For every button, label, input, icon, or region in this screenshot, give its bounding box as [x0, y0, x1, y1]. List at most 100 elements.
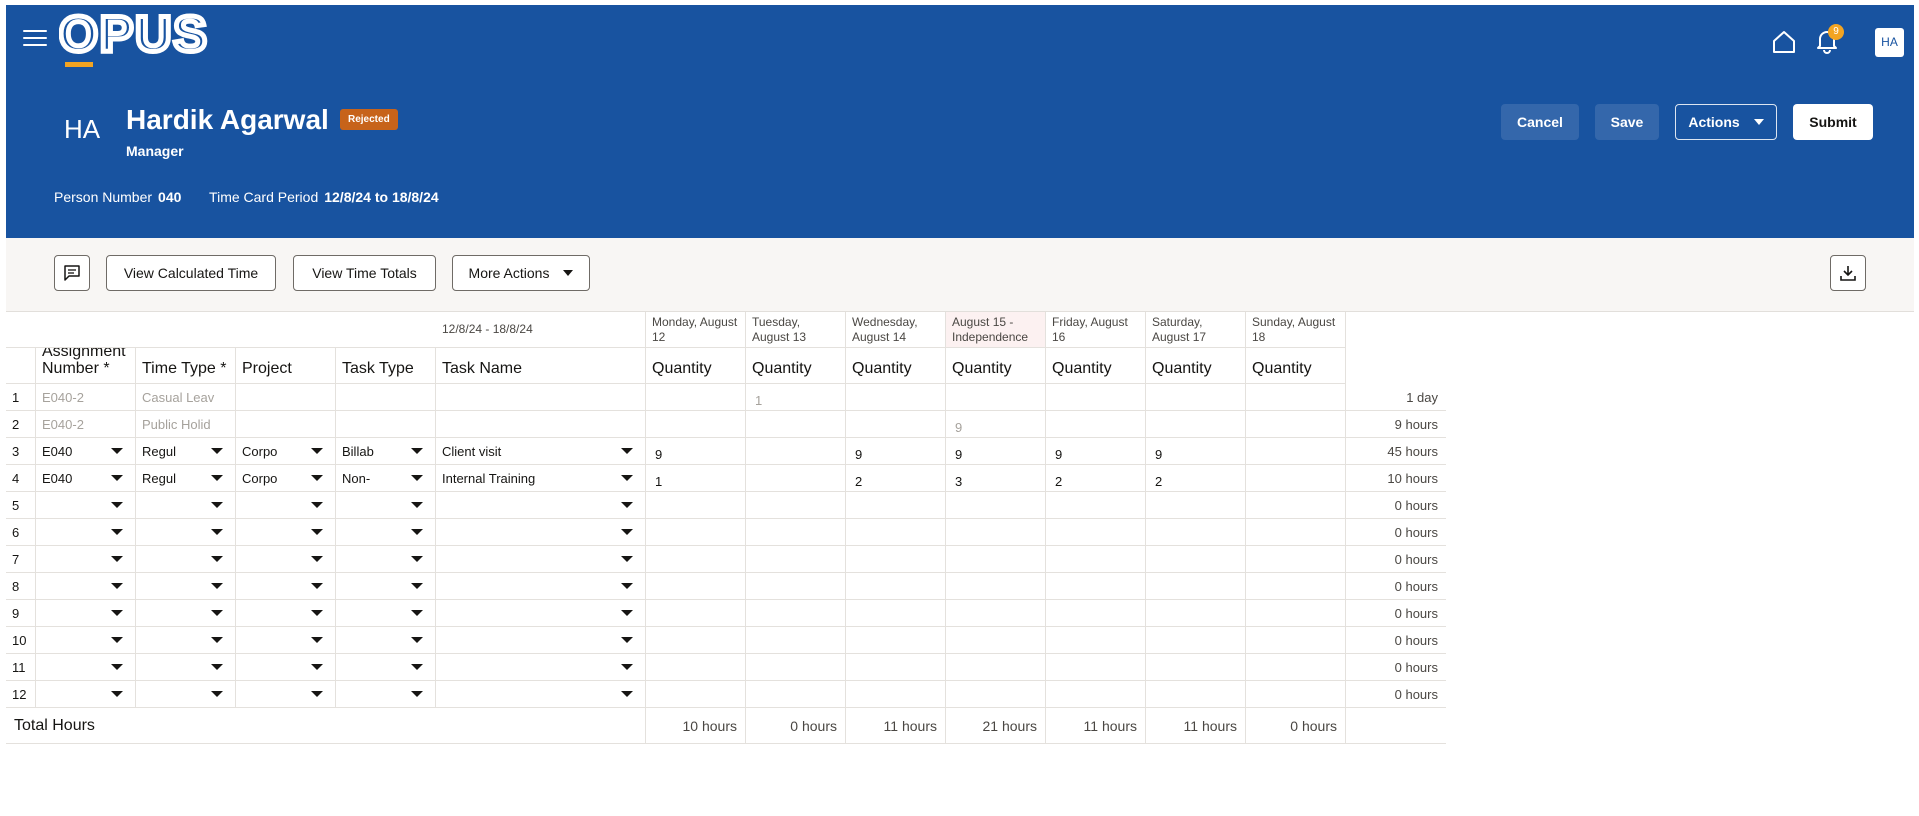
- cell-time-type[interactable]: [136, 492, 236, 519]
- quantity-cell[interactable]: [1146, 546, 1246, 573]
- quantity-cell[interactable]: [846, 546, 946, 573]
- quantity-cell[interactable]: [1146, 627, 1246, 654]
- quantity-cell[interactable]: 9: [646, 438, 746, 465]
- quantity-cell[interactable]: [946, 627, 1046, 654]
- cell-task-type[interactable]: [336, 492, 436, 519]
- quantity-cell[interactable]: [1246, 681, 1346, 708]
- cell-project[interactable]: Corpo: [236, 465, 336, 492]
- dropdown-arrow-icon[interactable]: [211, 556, 223, 562]
- cell-task-name[interactable]: [436, 546, 646, 573]
- cell-assignment[interactable]: [36, 627, 136, 654]
- quantity-cell[interactable]: [1246, 654, 1346, 681]
- column-header-time-type[interactable]: Time Type *: [136, 348, 236, 384]
- cell-task-type[interactable]: [336, 573, 436, 600]
- quantity-cell[interactable]: [1146, 600, 1246, 627]
- dropdown-arrow-icon[interactable]: [621, 475, 633, 481]
- quantity-cell[interactable]: [1246, 465, 1346, 492]
- quantity-cell[interactable]: [846, 681, 946, 708]
- cell-project[interactable]: [236, 573, 336, 600]
- cell-task-name[interactable]: [436, 573, 646, 600]
- cell-time-type[interactable]: Regul: [136, 438, 236, 465]
- cell-project[interactable]: [236, 681, 336, 708]
- quantity-cell[interactable]: [946, 600, 1046, 627]
- quantity-cell[interactable]: [646, 519, 746, 546]
- dropdown-arrow-icon[interactable]: [411, 502, 423, 508]
- quantity-cell[interactable]: [1246, 492, 1346, 519]
- column-header-task-name[interactable]: Task Name: [436, 348, 646, 384]
- quantity-cell[interactable]: [1246, 438, 1346, 465]
- quantity-cell[interactable]: [1046, 627, 1146, 654]
- cell-time-type[interactable]: [136, 573, 236, 600]
- cell-task-type[interactable]: [336, 600, 436, 627]
- dropdown-arrow-icon[interactable]: [311, 691, 323, 697]
- dropdown-arrow-icon[interactable]: [311, 529, 323, 535]
- quantity-cell[interactable]: [746, 681, 846, 708]
- dropdown-arrow-icon[interactable]: [411, 583, 423, 589]
- quantity-cell[interactable]: [1046, 492, 1146, 519]
- cell-time-type[interactable]: [136, 681, 236, 708]
- quantity-cell[interactable]: [1046, 654, 1146, 681]
- cell-assignment[interactable]: [36, 654, 136, 681]
- quantity-cell[interactable]: 3: [946, 465, 1046, 492]
- dropdown-arrow-icon[interactable]: [411, 610, 423, 616]
- dropdown-arrow-icon[interactable]: [411, 637, 423, 643]
- cell-task-type[interactable]: [336, 546, 436, 573]
- quantity-cell[interactable]: [1046, 546, 1146, 573]
- dropdown-arrow-icon[interactable]: [211, 637, 223, 643]
- quantity-cell[interactable]: [846, 573, 946, 600]
- cell-assignment[interactable]: [36, 681, 136, 708]
- cell-task-type[interactable]: Billab: [336, 438, 436, 465]
- quantity-cell[interactable]: [1246, 546, 1346, 573]
- dropdown-arrow-icon[interactable]: [111, 664, 123, 670]
- dropdown-arrow-icon[interactable]: [111, 691, 123, 697]
- quantity-cell[interactable]: [1146, 573, 1246, 600]
- column-header-project[interactable]: Project: [236, 348, 336, 384]
- dropdown-arrow-icon[interactable]: [621, 448, 633, 454]
- quantity-cell[interactable]: [1046, 681, 1146, 708]
- quantity-cell[interactable]: [846, 600, 946, 627]
- quantity-cell[interactable]: 2: [846, 465, 946, 492]
- dropdown-arrow-icon[interactable]: [311, 502, 323, 508]
- dropdown-arrow-icon[interactable]: [311, 637, 323, 643]
- quantity-cell[interactable]: [946, 546, 1046, 573]
- dropdown-arrow-icon[interactable]: [211, 502, 223, 508]
- menu-icon[interactable]: [23, 30, 47, 48]
- dropdown-arrow-icon[interactable]: [111, 475, 123, 481]
- cell-project[interactable]: [236, 654, 336, 681]
- cell-assignment[interactable]: [36, 600, 136, 627]
- cell-time-type[interactable]: [136, 654, 236, 681]
- dropdown-arrow-icon[interactable]: [311, 556, 323, 562]
- actions-menu-button[interactable]: Actions: [1675, 104, 1777, 140]
- cell-task-name[interactable]: Internal Training: [436, 465, 646, 492]
- dropdown-arrow-icon[interactable]: [111, 637, 123, 643]
- quantity-cell[interactable]: [746, 465, 846, 492]
- dropdown-arrow-icon[interactable]: [311, 664, 323, 670]
- quantity-cell[interactable]: [946, 492, 1046, 519]
- quantity-cell[interactable]: [746, 600, 846, 627]
- dropdown-arrow-icon[interactable]: [211, 583, 223, 589]
- quantity-cell[interactable]: [746, 573, 846, 600]
- dropdown-arrow-icon[interactable]: [621, 502, 633, 508]
- dropdown-arrow-icon[interactable]: [411, 691, 423, 697]
- quantity-cell[interactable]: [746, 438, 846, 465]
- cell-task-type[interactable]: [336, 519, 436, 546]
- cancel-button[interactable]: Cancel: [1501, 104, 1579, 140]
- quantity-cell[interactable]: [1246, 519, 1346, 546]
- download-button[interactable]: [1830, 255, 1866, 291]
- quantity-cell[interactable]: [646, 492, 746, 519]
- comments-button[interactable]: [54, 255, 90, 291]
- cell-time-type[interactable]: [136, 519, 236, 546]
- quantity-cell[interactable]: [1246, 600, 1346, 627]
- cell-time-type[interactable]: [136, 627, 236, 654]
- quantity-cell[interactable]: 2: [1146, 465, 1246, 492]
- cell-task-type[interactable]: [336, 681, 436, 708]
- more-actions-button[interactable]: More Actions: [452, 255, 590, 291]
- quantity-cell[interactable]: [1246, 627, 1346, 654]
- dropdown-arrow-icon[interactable]: [211, 475, 223, 481]
- cell-task-type[interactable]: [336, 654, 436, 681]
- quantity-cell[interactable]: [846, 654, 946, 681]
- quantity-cell[interactable]: [746, 546, 846, 573]
- cell-task-name[interactable]: Client visit: [436, 438, 646, 465]
- quantity-cell[interactable]: [1146, 681, 1246, 708]
- quantity-cell[interactable]: 2: [1046, 465, 1146, 492]
